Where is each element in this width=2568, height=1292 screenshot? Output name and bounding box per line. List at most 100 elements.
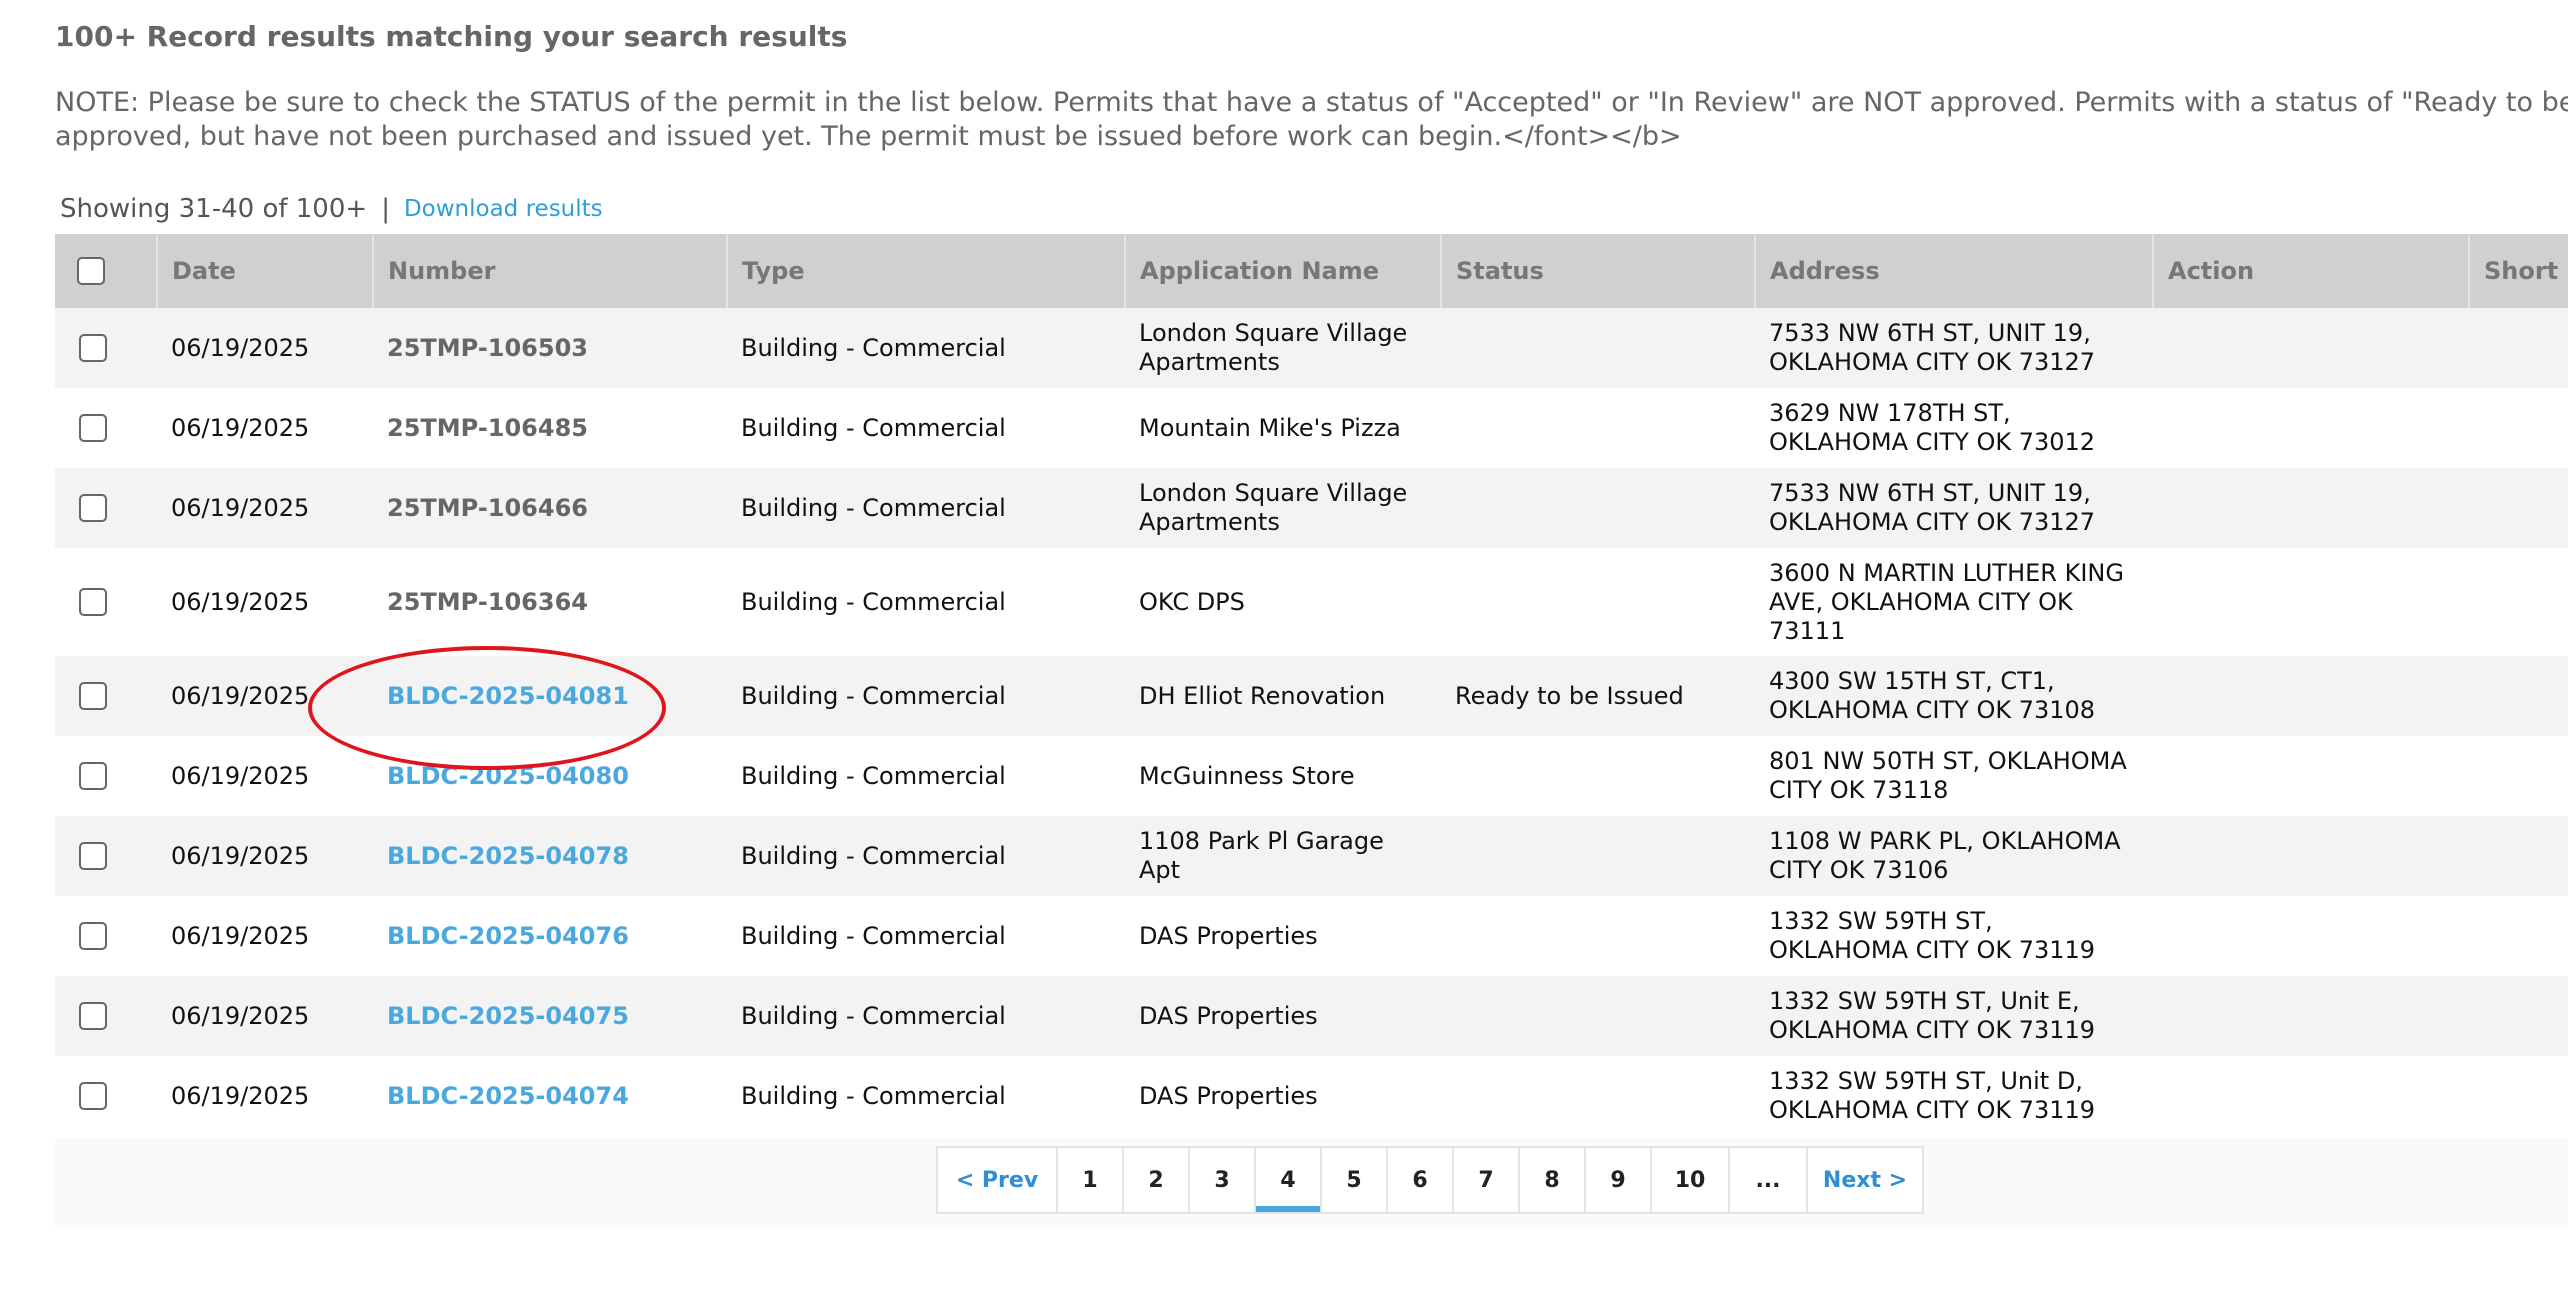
cell-status bbox=[1441, 896, 1755, 976]
record-number: 25TMP-106503 bbox=[387, 333, 588, 362]
cell-application-name: 1108 Park Pl Garage Apt bbox=[1139, 827, 1384, 884]
page-button-5[interactable]: 5 bbox=[1320, 1146, 1386, 1214]
page-button-1[interactable]: 1 bbox=[1056, 1146, 1122, 1214]
prev-page-button[interactable]: < Prev bbox=[936, 1146, 1056, 1214]
row-checkbox[interactable] bbox=[79, 682, 107, 710]
cell-type: Building - Commercial bbox=[741, 1081, 1006, 1110]
cell-number: BLDC-2025-04078 bbox=[373, 816, 727, 896]
cell-action bbox=[2153, 976, 2469, 1056]
next-page-button[interactable]: Next > bbox=[1806, 1146, 1924, 1214]
row-checkbox[interactable] bbox=[79, 588, 107, 616]
cell-type: Building - Commercial bbox=[741, 493, 1006, 522]
cell-address: 1332 SW 59TH ST, Unit D, OKLAHOMA CITY O… bbox=[1769, 1067, 2096, 1124]
page-button-7[interactable]: 7 bbox=[1452, 1146, 1518, 1214]
column-header-type[interactable]: Type bbox=[727, 234, 1126, 308]
cell-short-notes bbox=[2469, 816, 2568, 896]
cell-number: 25TMP-106503 bbox=[373, 308, 727, 388]
cell-application-name: DAS Properties bbox=[1139, 1001, 1318, 1030]
cell-number: BLDC-2025-04076 bbox=[373, 896, 727, 976]
cell-action bbox=[2153, 736, 2469, 816]
table-row: 06/19/2025 25TMP-106503 Building - Commerc… bbox=[55, 308, 2568, 388]
cell-short-notes bbox=[2469, 656, 2568, 736]
cell-status bbox=[1441, 468, 1755, 548]
row-checkbox[interactable] bbox=[79, 922, 107, 950]
row-select-cell bbox=[55, 1056, 157, 1136]
cell-date: 06/19/2025 bbox=[171, 587, 310, 616]
cell-date: 06/19/2025 bbox=[171, 333, 310, 362]
column-header-application-name[interactable]: Application Name bbox=[1125, 234, 1442, 308]
row-select-cell bbox=[55, 976, 157, 1056]
cell-date: 06/19/2025 bbox=[171, 921, 310, 950]
column-header-short-notes[interactable]: Short Notes bbox=[2469, 234, 2568, 308]
cell-type: Building - Commercial bbox=[741, 681, 1006, 710]
cell-application-name: DAS Properties bbox=[1139, 1081, 1318, 1110]
page-button-3[interactable]: 3 bbox=[1188, 1146, 1254, 1214]
cell-application-name: DAS Properties bbox=[1139, 921, 1318, 950]
cell-type: Building - Commercial bbox=[741, 587, 1006, 616]
more-pages-button[interactable]: ... bbox=[1728, 1146, 1806, 1214]
table-row: 06/19/2025 25TMP-106364 Building - Commerc… bbox=[55, 548, 2568, 656]
row-checkbox[interactable] bbox=[79, 762, 107, 790]
row-checkbox[interactable] bbox=[79, 334, 107, 362]
row-select-cell bbox=[55, 656, 157, 736]
cell-type: Building - Commercial bbox=[741, 1001, 1006, 1030]
cell-application-name: London Square Village Apartments bbox=[1139, 479, 1408, 536]
page-button-8[interactable]: 8 bbox=[1518, 1146, 1584, 1214]
results-table: Date Number Type Application Name Status… bbox=[55, 234, 2568, 1136]
cell-number: 25TMP-106364 bbox=[373, 548, 727, 656]
cell-application-name: DH Elliot Renovation bbox=[1139, 681, 1386, 710]
table-row: 06/19/2025 BLDC-2025-04075 Building - Comm… bbox=[55, 976, 2568, 1056]
page-button-10[interactable]: 10 bbox=[1650, 1146, 1728, 1214]
cell-application-name: McGuinness Store bbox=[1139, 761, 1355, 790]
column-header-date[interactable]: Date bbox=[157, 234, 374, 308]
cell-number: BLDC-2025-04081 bbox=[373, 656, 727, 736]
row-select-cell bbox=[55, 468, 157, 548]
table-row: 06/19/2025 BLDC-2025-04074 Building - Comm… bbox=[55, 1056, 2568, 1136]
row-checkbox[interactable] bbox=[79, 494, 107, 522]
download-results-link[interactable]: Download results bbox=[404, 196, 603, 222]
cell-date: 06/19/2025 bbox=[171, 1081, 310, 1110]
table-row: 06/19/2025 25TMP-106485 Building - Commerc… bbox=[55, 388, 2568, 468]
row-checkbox[interactable] bbox=[79, 842, 107, 870]
cell-address: 3600 N MARTIN LUTHER KING AVE, OKLAHOMA … bbox=[1769, 558, 2124, 645]
cell-address: 1332 SW 59TH ST, Unit E, OKLAHOMA CITY O… bbox=[1769, 987, 2096, 1044]
cell-action bbox=[2153, 896, 2469, 976]
cell-short-notes bbox=[2469, 896, 2568, 976]
page-button-2[interactable]: 2 bbox=[1122, 1146, 1188, 1214]
page-button-9[interactable]: 9 bbox=[1584, 1146, 1650, 1214]
record-number-link[interactable]: BLDC-2025-04078 bbox=[387, 842, 629, 870]
cell-short-notes bbox=[2469, 308, 2568, 388]
cell-type: Building - Commercial bbox=[741, 413, 1006, 442]
cell-address: 7533 NW 6TH ST, UNIT 19, OKLAHOMA CITY O… bbox=[1769, 319, 2096, 376]
table-row: 06/19/2025 BLDC-2025-04081 Building - Comm… bbox=[55, 656, 2568, 736]
cell-date: 06/19/2025 bbox=[171, 493, 310, 522]
record-number-link[interactable]: BLDC-2025-04075 bbox=[387, 1002, 629, 1030]
record-number: 25TMP-106466 bbox=[387, 493, 588, 522]
record-number-link[interactable]: BLDC-2025-04081 bbox=[387, 682, 629, 710]
column-header-action[interactable]: Action bbox=[2153, 234, 2470, 308]
results-table-body: 06/19/2025 25TMP-106503 Building - Commerc… bbox=[55, 308, 2568, 1136]
column-header-status[interactable]: Status bbox=[1441, 234, 1756, 308]
results-heading: 100+ Record results matching your search… bbox=[55, 20, 848, 53]
cell-short-notes bbox=[2469, 1056, 2568, 1136]
record-number-link[interactable]: BLDC-2025-04080 bbox=[387, 762, 629, 790]
row-checkbox[interactable] bbox=[79, 1082, 107, 1110]
column-header-address[interactable]: Address bbox=[1755, 234, 2154, 308]
cell-number: BLDC-2025-04075 bbox=[373, 976, 727, 1056]
record-number-link[interactable]: BLDC-2025-04076 bbox=[387, 922, 629, 950]
cell-action bbox=[2153, 656, 2469, 736]
column-header-number[interactable]: Number bbox=[373, 234, 728, 308]
page-button-6[interactable]: 6 bbox=[1386, 1146, 1452, 1214]
cell-action bbox=[2153, 468, 2469, 548]
record-number-link[interactable]: BLDC-2025-04074 bbox=[387, 1082, 629, 1110]
cell-type: Building - Commercial bbox=[741, 921, 1006, 950]
select-all-checkbox[interactable] bbox=[77, 257, 105, 285]
cell-action bbox=[2153, 548, 2469, 656]
row-checkbox[interactable] bbox=[79, 1002, 107, 1030]
row-checkbox[interactable] bbox=[79, 414, 107, 442]
cell-application-name: London Square Village Apartments bbox=[1139, 319, 1408, 376]
cell-number: BLDC-2025-04080 bbox=[373, 736, 727, 816]
cell-action bbox=[2153, 1056, 2469, 1136]
page-button-4[interactable]: 4 bbox=[1254, 1146, 1320, 1214]
table-row: 06/19/2025 BLDC-2025-04078 Building - Comm… bbox=[55, 816, 2568, 896]
